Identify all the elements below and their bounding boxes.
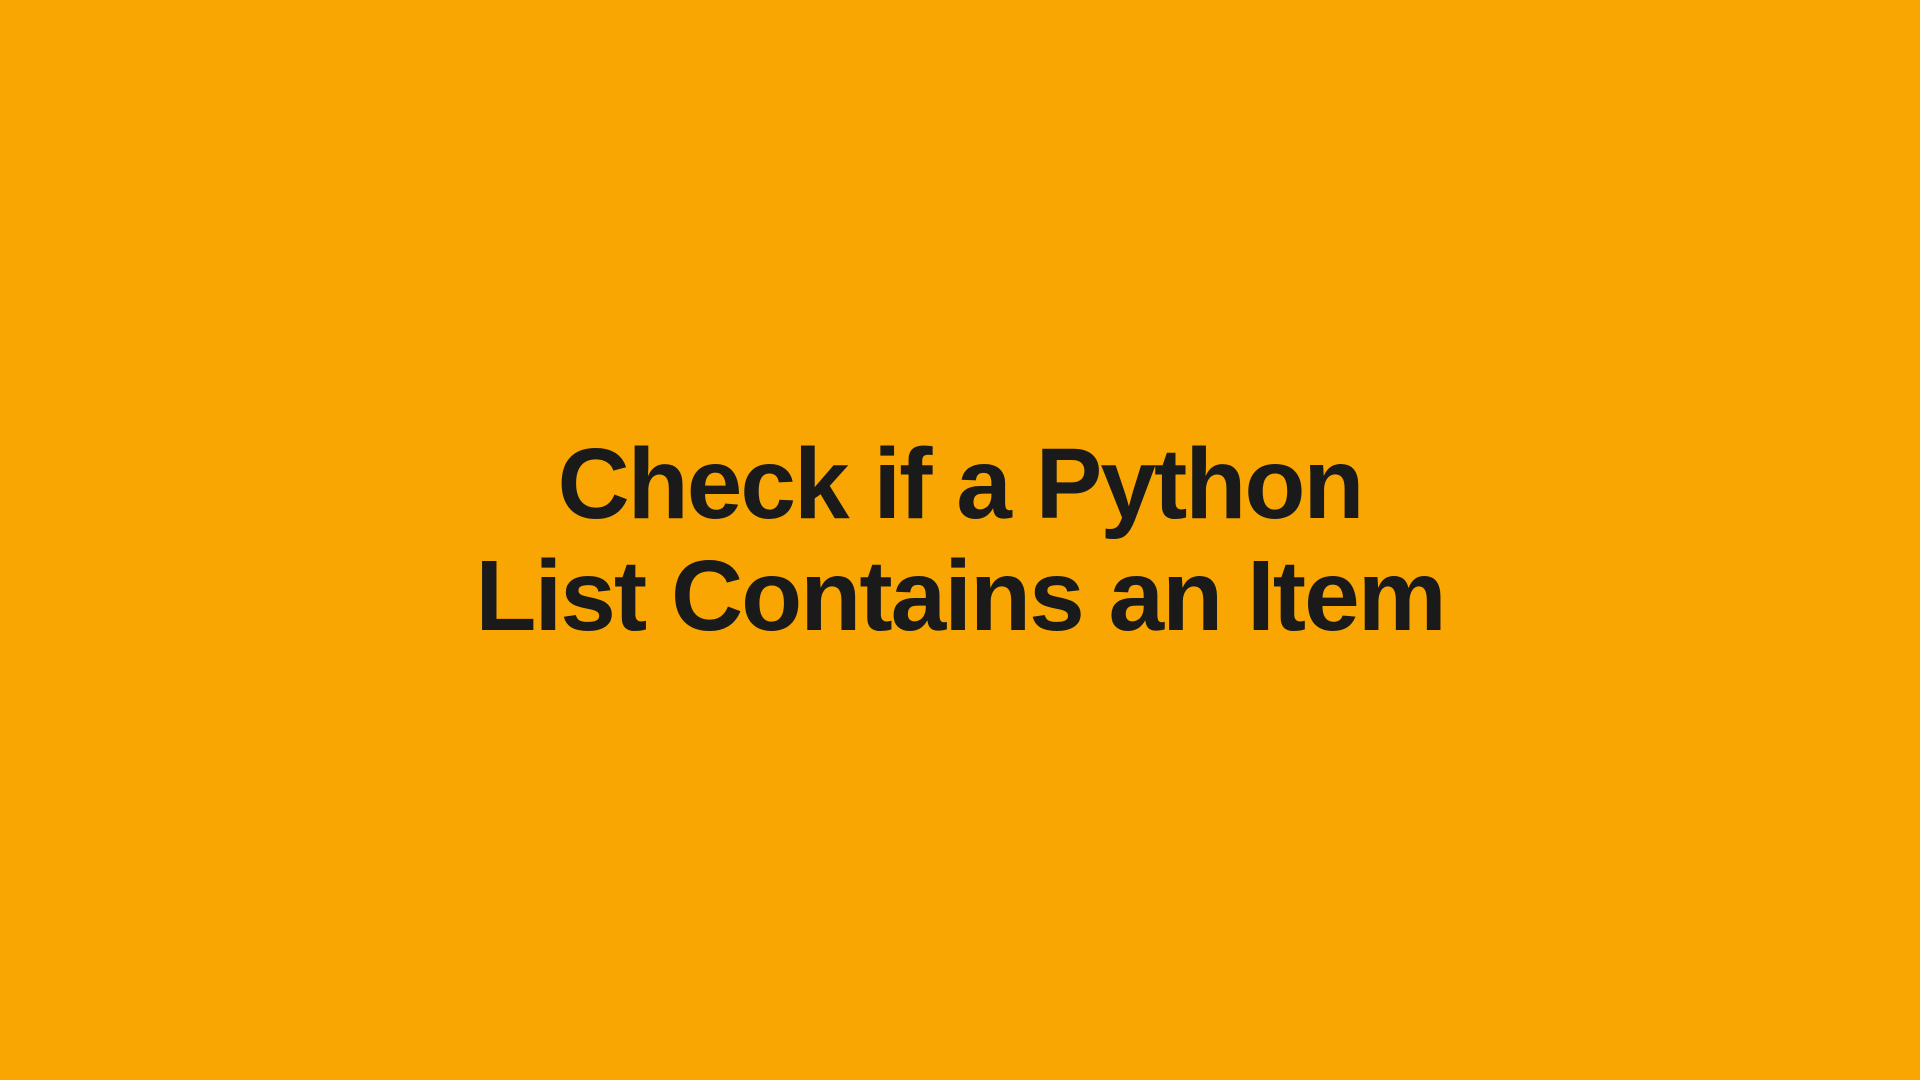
title-container: Check if a Python List Contains an Item: [475, 428, 1444, 652]
title-line-2: List Contains an Item: [475, 540, 1444, 652]
title-line-1: Check if a Python: [475, 428, 1444, 540]
